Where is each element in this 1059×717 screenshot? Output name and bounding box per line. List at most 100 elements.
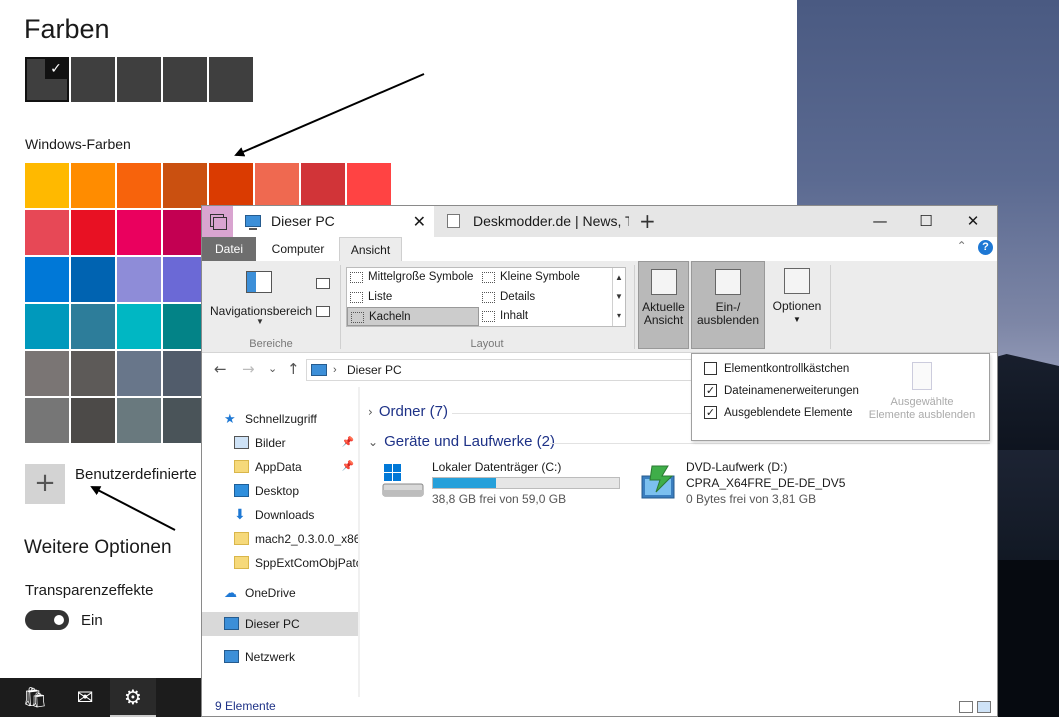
- current-view-button[interactable]: Aktuelle Ansicht: [638, 261, 689, 349]
- color-swatch[interactable]: [209, 163, 253, 208]
- recent-locations-icon[interactable]: ⌄: [268, 362, 277, 375]
- color-swatch[interactable]: [117, 398, 161, 443]
- layout-details[interactable]: Details: [479, 288, 609, 307]
- item-checkboxes-option[interactable]: Elementkontrollkästchen: [704, 361, 849, 379]
- layout-small-icons[interactable]: Kleine Symbole: [479, 268, 609, 287]
- checkbox-unchecked[interactable]: [704, 362, 717, 375]
- drives-section-header[interactable]: ⌄ Geräte und Laufwerke (2): [368, 433, 555, 450]
- color-swatch[interactable]: [25, 163, 69, 208]
- nav-item-appdata[interactable]: AppData 📌: [202, 455, 358, 479]
- accent-swatch[interactable]: [209, 57, 253, 102]
- store-icon[interactable]: 🛍: [12, 678, 58, 717]
- tab-dieser-pc[interactable]: Dieser PC ✕: [233, 206, 434, 237]
- color-swatch[interactable]: [301, 163, 345, 208]
- chevron-down-icon: ⌄: [368, 435, 379, 449]
- ribbon-divider: [634, 265, 635, 349]
- checkbox-checked[interactable]: ✓: [704, 406, 717, 419]
- pin-icon[interactable]: 📌: [342, 431, 354, 455]
- color-swatch[interactable]: [25, 257, 69, 302]
- pin-icon[interactable]: 📌: [342, 455, 354, 479]
- close-tab-icon[interactable]: ✕: [413, 206, 426, 237]
- nav-item-downloads[interactable]: ⬇ Downloads: [202, 503, 358, 527]
- color-swatch[interactable]: [117, 163, 161, 208]
- color-swatch[interactable]: [117, 304, 161, 349]
- nav-pane-button[interactable]: Navigationsbereich ▼: [202, 261, 312, 331]
- file-extensions-option[interactable]: ✓ Dateinamenerweiterungen: [704, 383, 859, 401]
- ribbon-view: Navigationsbereich ▼ Bereiche Mittelgroß…: [202, 261, 997, 353]
- back-arrow-icon[interactable]: ←: [214, 360, 227, 378]
- settings-gear-icon[interactable]: ⚙: [110, 678, 156, 717]
- hide-selected-button[interactable]: Ausgewählte Elemente ausblenden: [864, 362, 980, 422]
- medium-icons-icon: [350, 272, 363, 283]
- nav-item-schnellzugriff[interactable]: ★ Schnellzugriff: [202, 407, 358, 431]
- color-swatch[interactable]: [71, 351, 115, 396]
- color-swatch[interactable]: [117, 210, 161, 255]
- color-swatch[interactable]: [25, 398, 69, 443]
- checkbox-checked[interactable]: ✓: [704, 384, 717, 397]
- drive-c-tile[interactable]: Lokaler Datenträger (C:) 38,8 GB frei vo…: [380, 460, 630, 510]
- ribbon-tab-ansicht[interactable]: Ansicht: [339, 237, 402, 261]
- details-pane-icon[interactable]: [316, 306, 330, 317]
- help-icon[interactable]: ?: [978, 240, 993, 255]
- transparency-toggle[interactable]: [25, 610, 69, 630]
- nav-item-netzwerk[interactable]: Netzwerk: [202, 645, 358, 669]
- color-swatch[interactable]: [71, 398, 115, 443]
- color-swatch[interactable]: [71, 163, 115, 208]
- preview-pane-icon[interactable]: [316, 278, 330, 289]
- nav-item-onedrive[interactable]: ☁ OneDrive: [202, 581, 358, 605]
- nav-item-label: AppData: [255, 460, 302, 474]
- show-hide-button[interactable]: Ein-/ ausblenden: [691, 261, 765, 349]
- color-swatch[interactable]: [25, 210, 69, 255]
- drive-d-tile[interactable]: DVD-Laufwerk (D:) CPRA_X64FRE_DE-DE_DV5 …: [634, 460, 884, 510]
- nav-item-desktop[interactable]: Desktop: [202, 479, 358, 503]
- close-window-button[interactable]: ✕: [950, 206, 996, 237]
- tiles-icon: [351, 312, 364, 323]
- folder-icon: [234, 460, 249, 473]
- color-swatch[interactable]: [71, 304, 115, 349]
- mail-icon[interactable]: ✉: [62, 678, 108, 717]
- color-swatch[interactable]: [255, 163, 299, 208]
- details-view-icon[interactable]: [959, 701, 973, 713]
- color-swatch[interactable]: [347, 163, 391, 208]
- breadcrumb-dieser-pc[interactable]: Dieser PC: [347, 363, 402, 377]
- tab-switcher-button[interactable]: [202, 206, 233, 237]
- nav-pane-icon: [246, 271, 272, 293]
- ribbon-tab-datei[interactable]: Datei: [202, 237, 256, 261]
- accent-swatch[interactable]: [71, 57, 115, 102]
- nav-item-dieser-pc[interactable]: Dieser PC: [202, 612, 358, 636]
- forward-arrow-icon[interactable]: →: [242, 360, 255, 378]
- minimize-button[interactable]: —: [857, 206, 903, 237]
- color-swatch[interactable]: [71, 257, 115, 302]
- color-swatch[interactable]: [71, 210, 115, 255]
- nav-item-sppextcomobjpatcher[interactable]: SppExtComObjPatcher: [202, 551, 358, 575]
- nav-item-bilder[interactable]: Bilder 📌: [202, 431, 358, 455]
- layout-content[interactable]: Inhalt: [479, 307, 609, 326]
- nav-item-mach2-0-3-0-0-x86[interactable]: mach2_0.3.0.0_x86: [202, 527, 358, 551]
- color-swatch[interactable]: [25, 304, 69, 349]
- accent-swatch[interactable]: [117, 57, 161, 102]
- layout-gallery-scroll[interactable]: ▲ ▼ ▾: [612, 268, 625, 326]
- collapse-ribbon-icon[interactable]: ⌃: [957, 239, 967, 253]
- layout-medium-icons[interactable]: Mittelgroße Symbole: [347, 268, 479, 287]
- color-swatch[interactable]: [117, 351, 161, 396]
- add-custom-color-button[interactable]: +: [25, 464, 65, 504]
- up-arrow-icon[interactable]: ↑: [287, 360, 300, 378]
- color-swatch[interactable]: [117, 257, 161, 302]
- color-swatch[interactable]: [163, 163, 207, 208]
- color-swatch[interactable]: [25, 351, 69, 396]
- layout-list[interactable]: Liste: [347, 288, 479, 307]
- address-bar[interactable]: › Dieser PC: [306, 359, 692, 381]
- tiles-view-icon[interactable]: [977, 701, 991, 713]
- accent-swatch[interactable]: [163, 57, 207, 102]
- options-button[interactable]: Optionen ▼: [767, 261, 827, 349]
- hidden-items-option[interactable]: ✓ Ausgeblendete Elemente: [704, 405, 853, 423]
- new-tab-button[interactable]: +: [639, 206, 656, 237]
- current-view-label-2: Ansicht: [643, 313, 684, 327]
- selected-accent-swatch[interactable]: ✓: [25, 57, 69, 102]
- tab-deskmodder[interactable]: Deskmodder.de | News, Tipps: [435, 206, 629, 237]
- folders-section-header[interactable]: › Ordner (7): [368, 403, 448, 420]
- ribbon-right-controls: ⌃ ?: [957, 239, 993, 255]
- layout-tiles[interactable]: Kacheln: [347, 307, 479, 326]
- ribbon-tab-computer[interactable]: Computer: [258, 237, 338, 261]
- maximize-button[interactable]: ☐: [903, 206, 949, 237]
